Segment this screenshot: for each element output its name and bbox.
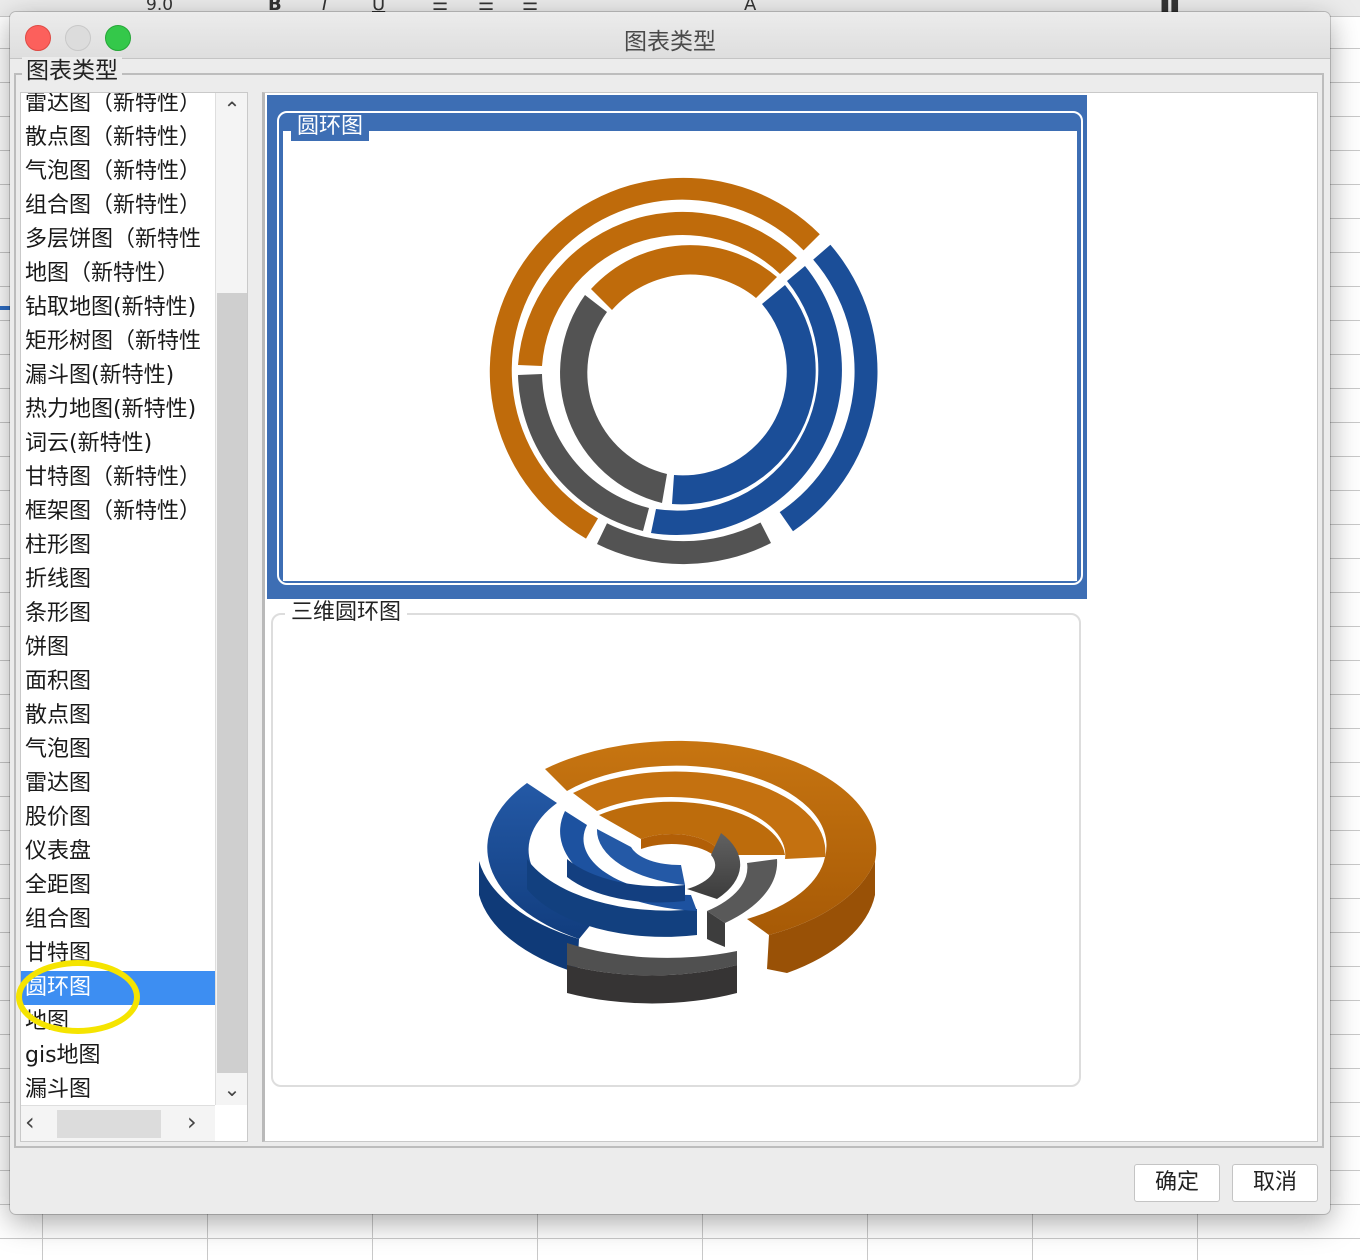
chart-type-item[interactable]: 散点图 (21, 699, 215, 733)
chart-type-item[interactable]: 雷达图（新特性） (21, 93, 215, 121)
chart-type-item[interactable]: 面积图 (21, 665, 215, 699)
chart-type-item[interactable]: 全距图 (21, 869, 215, 903)
chart-type-item[interactable]: 柱形图 (21, 529, 215, 563)
scroll-left-icon[interactable]: ‹ (25, 1108, 35, 1136)
subtype-card-doughnut[interactable]: 圆环图 (277, 111, 1083, 585)
chart-type-item[interactable]: 折线图 (21, 563, 215, 597)
chart-type-item[interactable]: 热力地图(新特性) (21, 393, 215, 427)
cancel-button[interactable]: 取消 (1232, 1164, 1318, 1202)
selected-subtype-highlight[interactable]: 圆环图 (267, 95, 1087, 599)
3d-doughnut-chart-preview (479, 740, 877, 1004)
chart-type-item[interactable]: 漏斗图 (21, 1073, 215, 1107)
chart-type-group-legend: 图表类型 (22, 57, 122, 85)
chart-type-item[interactable]: gis地图 (21, 1039, 215, 1073)
chart-type-item[interactable]: 饼图 (21, 631, 215, 665)
chart-type-item[interactable]: 仪表盘 (21, 835, 215, 869)
horizontal-scroll-thumb[interactable] (57, 1110, 161, 1138)
chart-type-item[interactable]: 雷达图 (21, 767, 215, 801)
horizontal-scrollbar[interactable]: ‹ › (21, 1105, 215, 1141)
chart-type-item[interactable]: 气泡图（新特性） (21, 155, 215, 189)
subtype-title-doughnut: 圆环图 (291, 113, 370, 141)
chart-type-item[interactable]: 组合图（新特性） (21, 189, 215, 223)
chart-type-item[interactable]: 散点图（新特性） (21, 121, 215, 155)
chart-type-list-items: 雷达图（新特性） 散点图（新特性） 气泡图（新特性） 组合图（新特性） 多层饼图（新特性… (21, 93, 215, 1107)
chart-type-item[interactable]: 框架图（新特性） (21, 495, 215, 529)
scroll-right-icon[interactable]: › (187, 1108, 197, 1136)
doughnut-chart-preview (489, 177, 878, 565)
vertical-scroll-thumb[interactable] (217, 293, 247, 1073)
chart-type-item[interactable]: 甘特图（新特性） (21, 461, 215, 495)
chart-type-item[interactable]: 气泡图 (21, 733, 215, 767)
chart-subtype-preview: 圆环图 三维圆环图 (262, 92, 1318, 1142)
ok-button[interactable]: 确定 (1134, 1164, 1220, 1202)
chart-type-item[interactable]: 漏斗图(新特性) (21, 359, 215, 393)
doughnut-preview-area (283, 131, 1077, 581)
chart-type-item[interactable]: 组合图 (21, 903, 215, 937)
chart-type-item[interactable]: 矩形树图（新特性 (21, 325, 215, 359)
scroll-up-icon[interactable]: ⌃ (216, 97, 247, 121)
chart-type-item[interactable]: 词云(新特性) (21, 427, 215, 461)
chart-type-item[interactable]: 股价图 (21, 801, 215, 835)
subtype-card-3d-doughnut[interactable]: 三维圆环图 (271, 599, 1081, 1087)
chart-type-dialog: 图表类型 图表类型 雷达图（新特性） 散点图（新特性） 气泡图（新特性） 组合图（新特… (10, 12, 1330, 1214)
annotation-highlight-circle (16, 960, 140, 1034)
chart-type-item[interactable]: 多层饼图（新特性 (21, 223, 215, 257)
chart-type-item[interactable]: 条形图 (21, 597, 215, 631)
window-title: 图表类型 (624, 29, 716, 55)
title-bar: 图表类型 (10, 12, 1330, 59)
inner-ring-orange-segment (591, 245, 777, 310)
chart-type-item[interactable]: 钻取地图(新特性) (21, 291, 215, 325)
chart-type-item[interactable]: 地图（新特性） (21, 257, 215, 291)
scroll-down-icon[interactable]: ⌄ (216, 1077, 247, 1101)
background-selection-mark (0, 306, 10, 310)
vertical-scrollbar[interactable]: ⌃ ⌄ (215, 93, 247, 1105)
